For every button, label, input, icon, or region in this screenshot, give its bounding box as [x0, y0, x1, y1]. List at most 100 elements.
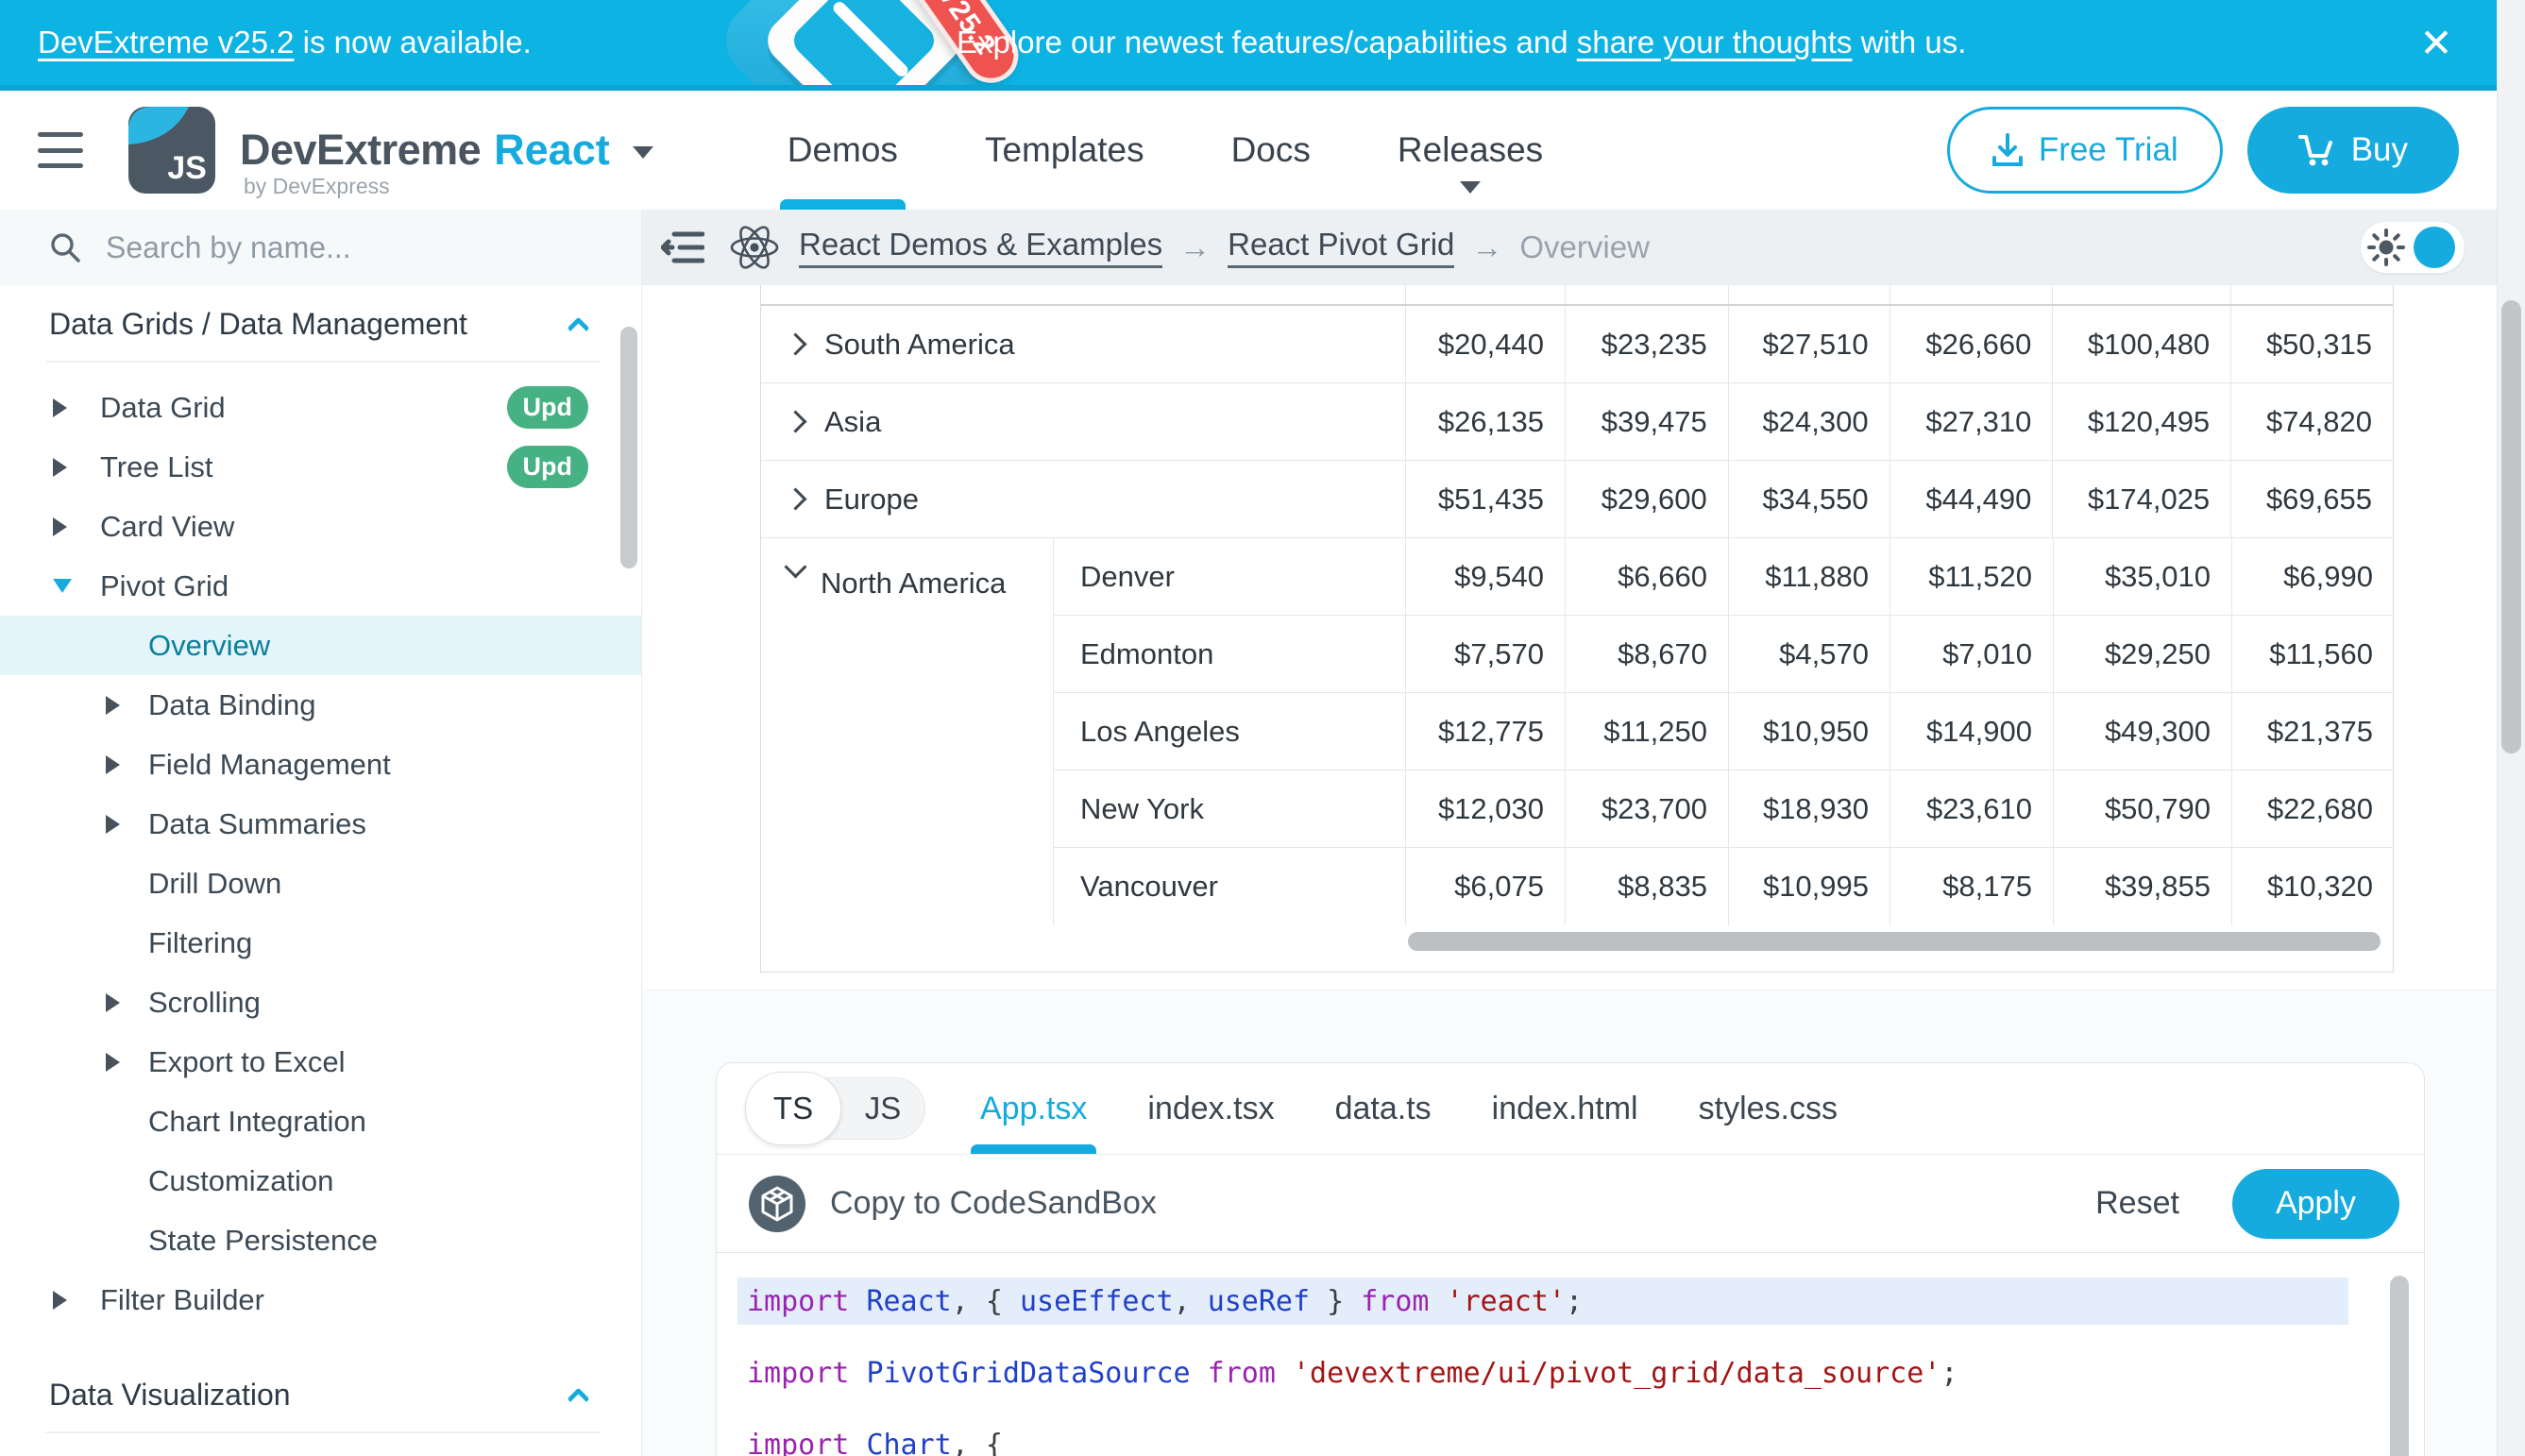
sidebar-item-tree-list[interactable]: Tree ListUpd — [0, 437, 641, 497]
triangle-right-icon[interactable] — [106, 696, 148, 715]
codesandbox-icon[interactable] — [749, 1176, 805, 1232]
chevron-up-icon[interactable] — [567, 316, 589, 339]
sidebar-item-state-persistence[interactable]: State Persistence — [0, 1211, 641, 1270]
triangle-right-icon[interactable] — [106, 755, 148, 774]
pivot-row-north-america: North AmericaDenver$9,540$6,660$11,880$1… — [761, 538, 2393, 925]
language-toggle-active[interactable]: TS — [745, 1072, 841, 1145]
code-token: useEffect — [1020, 1285, 1174, 1318]
pivot-value-cell: $49,300 — [2053, 693, 2231, 770]
pivot-value-cell: $20,440 — [1405, 306, 1565, 382]
pivot-region-label: South America — [824, 328, 1015, 362]
pivot-value-cell: $4,570 — [1728, 616, 1890, 692]
expand-chevron-icon[interactable] — [784, 410, 806, 432]
sidebar-nav: Data Grids / Data Management Data GridUpd… — [0, 300, 641, 1433]
pivot-region-label: Asia — [824, 405, 881, 439]
horizontal-scrollbar-thumb[interactable] — [1408, 932, 2381, 951]
pivot-value-cell: $7,010 — [1890, 616, 2053, 692]
page-scrollbar-thumb[interactable] — [2501, 300, 2521, 753]
pivot-value-cell: $10,950 — [1728, 693, 1890, 770]
banner-version-link[interactable]: DevExtreme v25.2 — [38, 25, 294, 60]
hamburger-menu-icon[interactable] — [38, 132, 83, 168]
triangle-right-icon[interactable] — [106, 1053, 148, 1072]
sidebar-item-scrolling[interactable]: Scrolling — [0, 973, 641, 1032]
tab-index-html[interactable]: index.html — [1492, 1063, 1638, 1154]
triangle-right-icon[interactable] — [106, 993, 148, 1012]
code-token: useRef — [1208, 1285, 1310, 1318]
triangle-right-icon[interactable] — [53, 398, 100, 417]
code-token: PivotGridDataSource — [866, 1357, 1190, 1390]
sidebar-item-card-view[interactable]: Card View — [0, 497, 641, 556]
devextreme-js-logo[interactable]: JS — [128, 107, 215, 194]
collapse-sidebar-icon[interactable] — [661, 229, 704, 266]
sidebar-item-chart-integration[interactable]: Chart Integration — [0, 1092, 641, 1151]
language-toggle-inactive[interactable]: JS — [841, 1091, 924, 1126]
pivot-value-cell: $11,560 — [2231, 616, 2394, 692]
chevron-up-icon[interactable] — [567, 1387, 589, 1410]
app-header: JS DevExtreme React by DevExpress Demos T… — [0, 91, 2497, 210]
theme-toggle-knob[interactable] — [2414, 227, 2455, 268]
sidebar-item-export-to-excel[interactable]: Export to Excel — [0, 1032, 641, 1092]
share-your-thoughts-link[interactable]: share your thoughts — [1577, 25, 1853, 60]
triangle-right-icon[interactable] — [53, 458, 100, 477]
pivot-value-cell: $11,250 — [1565, 693, 1728, 770]
pivot-value-cell: $27,310 — [1890, 383, 2053, 460]
code-token: ; — [1566, 1285, 1583, 1318]
expand-chevron-icon[interactable] — [784, 332, 806, 355]
brand-block[interactable]: DevExtreme React by DevExpress — [240, 126, 686, 175]
sidebar-item-label: Tree List — [100, 450, 212, 484]
triangle-right-icon[interactable] — [53, 1291, 100, 1310]
sidebar-item-data-summaries[interactable]: Data Summaries — [0, 794, 641, 854]
expand-chevron-icon[interactable] — [784, 487, 806, 510]
nav-item-releases[interactable]: Releases — [1398, 91, 1543, 210]
search-input[interactable]: Search by name... — [0, 210, 641, 285]
page-scrollbar[interactable] — [2497, 0, 2525, 1456]
copy-to-codesandbox-button[interactable]: Copy to CodeSandBox — [830, 1185, 1157, 1222]
pivot-grid: South America$20,440$23,235$27,510$26,66… — [760, 285, 2394, 973]
nav-item-demos[interactable]: Demos — [788, 91, 898, 210]
pivot-value-cell: $9,540 — [1405, 538, 1565, 615]
sidebar-item-customization[interactable]: Customization — [0, 1151, 641, 1211]
apply-button[interactable]: Apply — [2232, 1169, 2399, 1239]
sidebar-item-drill-down[interactable]: Drill Down — [0, 854, 641, 913]
tab-data-ts[interactable]: data.ts — [1335, 1063, 1432, 1154]
sidebar-item-filtering[interactable]: Filtering — [0, 913, 641, 973]
chevron-down-icon[interactable] — [633, 146, 653, 159]
tab-styles-css[interactable]: styles.css — [1699, 1063, 1838, 1154]
code-editor[interactable]: import React, { useEffect, useRef } from… — [717, 1253, 2424, 1456]
pivot-value-cell: $14,900 — [1890, 693, 2053, 770]
close-icon[interactable]: ✕ — [2406, 0, 2466, 85]
tab-index-tsx[interactable]: index.tsx — [1147, 1063, 1274, 1154]
language-toggle[interactable]: TS JS — [745, 1077, 925, 1140]
nav-item-docs[interactable]: Docs — [1231, 91, 1311, 210]
sidebar-item-overview[interactable]: Overview — [0, 616, 641, 675]
triangle-right-icon[interactable] — [106, 815, 148, 834]
breadcrumb-react-pivot-grid[interactable]: React Pivot Grid — [1228, 227, 1454, 268]
free-trial-button[interactable]: Free Trial — [1947, 107, 2223, 194]
breadcrumb-react-demos-examples[interactable]: React Demos & Examples — [799, 227, 1162, 268]
sidebar-section-data-grids-data-management[interactable]: Data Grids / Data Management — [0, 300, 641, 347]
search-icon — [49, 231, 81, 263]
sidebar-item-filter-builder[interactable]: Filter Builder — [0, 1270, 641, 1329]
sidebar-section-data-visualization[interactable]: Data Visualization — [0, 1371, 641, 1418]
code-token — [1276, 1357, 1293, 1390]
sidebar-item-data-grid[interactable]: Data GridUpd — [0, 378, 641, 437]
collapse-chevron-icon[interactable] — [784, 555, 806, 578]
pivot-value-cell: $29,250 — [2053, 616, 2231, 692]
sidebar-item-label: Filtering — [148, 926, 252, 960]
sidebar-item-pivot-grid[interactable]: Pivot Grid — [0, 556, 641, 616]
sidebar-item-field-management[interactable]: Field Management — [0, 735, 641, 794]
code-token — [849, 1429, 866, 1456]
sidebar-scrollbar[interactable] — [620, 327, 637, 568]
code-scrollbar[interactable] — [2390, 1276, 2409, 1456]
code-tabs-row: TS JS App.tsx index.tsx data.ts index.html s… — [717, 1063, 2424, 1155]
triangle-right-icon[interactable] — [53, 517, 100, 536]
theme-toggle[interactable] — [2361, 222, 2465, 273]
nav-item-templates[interactable]: Templates — [985, 91, 1144, 210]
triangle-down-icon[interactable] — [53, 579, 100, 593]
buy-button[interactable]: Buy — [2247, 107, 2459, 194]
code-panel: TS JS App.tsx index.tsx data.ts index.html s… — [716, 1062, 2425, 1456]
pivot-city-cell: Denver — [1054, 538, 1405, 615]
reset-button[interactable]: Reset — [2095, 1185, 2179, 1222]
tab-app-tsx[interactable]: App.tsx — [980, 1063, 1087, 1154]
sidebar-item-data-binding[interactable]: Data Binding — [0, 675, 641, 735]
